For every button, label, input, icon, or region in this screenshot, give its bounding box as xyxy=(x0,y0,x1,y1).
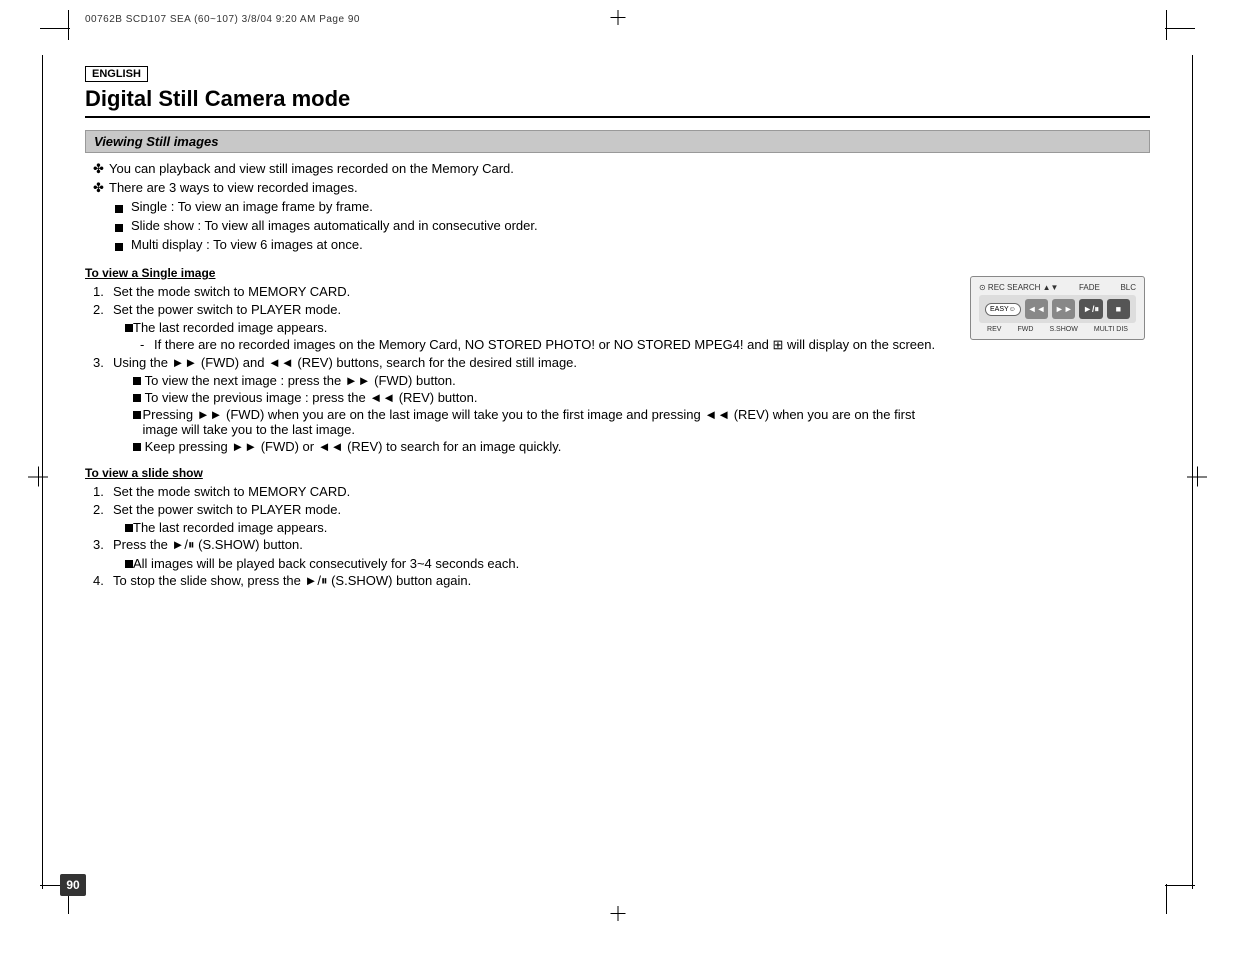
cross-bullet-1: ✤ You can playback and view still images… xyxy=(85,161,1150,177)
crop-mark-tr-h xyxy=(1165,28,1195,29)
main-content: ENGLISH Digital Still Camera mode Viewin… xyxy=(85,65,1150,869)
play-pause-button: ►/⏸ xyxy=(1079,299,1102,319)
single-step-1-text: Set the mode switch to MEMORY CARD. xyxy=(113,284,350,299)
sq-icon-step3a xyxy=(133,373,145,388)
slide-num-3: 3. xyxy=(93,537,113,552)
crop-mark-tl-v xyxy=(68,10,69,40)
step2-sub-2: - If there are no recorded images on the… xyxy=(85,337,950,353)
step2-sub-1: The last recorded image appears. xyxy=(85,320,950,335)
step3-sub-2-text: To view the previous image : press the ◄… xyxy=(145,390,478,405)
crop-mark-br-h xyxy=(1165,885,1195,886)
cross-symbol-2: ✤ xyxy=(93,180,109,196)
slide-step-3-text: Press the ►/⏸ (S.SHOW) button. xyxy=(113,537,303,553)
slide-step-4-text: To stop the slide show, press the ►/⏸ (S… xyxy=(113,573,471,589)
step2-sub-1-text: The last recorded image appears. xyxy=(133,320,327,335)
slideshow-heading: To view a slide show xyxy=(85,466,950,480)
step-num-2: 2. xyxy=(93,302,113,317)
slide-num-1: 1. xyxy=(93,484,113,499)
sq-bullet-text-single: Single : To view an image frame by frame… xyxy=(131,199,373,214)
crosshair-left-icon xyxy=(28,477,48,478)
sq-icon-single xyxy=(115,201,131,216)
slide-num-2: 2. xyxy=(93,502,113,517)
camera-panel: ⊙ REC SEARCH ▲▼ FADE BLC EASY☺ ◄◄ ►► ►/⏸… xyxy=(970,276,1145,340)
panel-buttons: EASY☺ ◄◄ ►► ►/⏸ ■ xyxy=(979,295,1136,323)
panel-label-sshow: S.SHOW xyxy=(1049,326,1077,333)
slide-step-3: 3. Press the ►/⏸ (S.SHOW) button. xyxy=(85,537,950,553)
sq-bullet-slideshow: Slide show : To view all images automati… xyxy=(85,218,1150,235)
step2-sub-2-text: If there are no recorded images on the M… xyxy=(154,337,935,353)
slide-step-1-text: Set the mode switch to MEMORY CARD. xyxy=(113,484,350,499)
sq-bullet-single: Single : To view an image frame by frame… xyxy=(85,199,1150,216)
left-border xyxy=(42,55,43,889)
crop-mark-tl-h xyxy=(40,28,70,29)
sq-icon-step3c xyxy=(133,407,143,437)
panel-label-fwd: FWD xyxy=(1017,326,1033,333)
slide-step2-sub: The last recorded image appears. xyxy=(85,520,950,535)
dash-icon: - xyxy=(140,337,154,352)
panel-bottom-labels: REV FWD S.SHOW MULTI DIS xyxy=(979,326,1136,333)
sq-icon-slide3a xyxy=(125,556,133,571)
slide-step-1: 1. Set the mode switch to MEMORY CARD. xyxy=(85,484,950,499)
step3-sub-1-text: To view the next image : press the ►► (F… xyxy=(145,373,456,388)
section-header: Viewing Still images xyxy=(85,130,1150,153)
sq-icon-multi xyxy=(115,239,131,254)
two-col-layout: To view a Single image 1. Set the mode s… xyxy=(85,256,1150,592)
crop-mark-tr-v xyxy=(1166,10,1167,40)
page-title: Digital Still Camera mode xyxy=(85,86,1150,118)
page-number: 90 xyxy=(60,874,86,896)
slide-step-4: 4. To stop the slide show, press the ►/⏸… xyxy=(85,573,950,589)
cross-bullet-2: ✤ There are 3 ways to view recorded imag… xyxy=(85,180,1150,196)
panel-label-recsearch: ⊙ REC SEARCH ▲▼ xyxy=(979,283,1058,292)
stop-button: ■ xyxy=(1107,299,1130,319)
sq-icon-slide2a xyxy=(125,520,133,535)
panel-top-labels: ⊙ REC SEARCH ▲▼ FADE BLC xyxy=(979,283,1136,292)
sq-bullet-text-slideshow: Slide show : To view all images automati… xyxy=(131,218,538,233)
panel-label-multi: MULTI DIS xyxy=(1094,326,1128,333)
single-step-2-text: Set the power switch to PLAYER mode. xyxy=(113,302,341,317)
col-image: ⊙ REC SEARCH ▲▼ FADE BLC EASY☺ ◄◄ ►► ►/⏸… xyxy=(970,256,1150,592)
cross-bullet-text-2: There are 3 ways to view recorded images… xyxy=(109,180,358,195)
single-step-3-text: Using the ►► (FWD) and ◄◄ (REV) buttons,… xyxy=(113,355,577,370)
single-step-2: 2. Set the power switch to PLAYER mode. xyxy=(85,302,950,317)
english-label: ENGLISH xyxy=(85,66,148,82)
step3-sub-2: To view the previous image : press the ◄… xyxy=(85,390,950,405)
single-image-heading: To view a Single image xyxy=(85,266,950,280)
crosshair-right-icon xyxy=(1187,477,1207,478)
single-step-4-wrap: Keep pressing ►► (FWD) or ◄◄ (REV) to se… xyxy=(85,439,950,454)
single-step-4-text: Keep pressing ►► (FWD) or ◄◄ (REV) to se… xyxy=(145,439,562,454)
step3-sub-3-text: Pressing ►► (FWD) when you are on the la… xyxy=(143,407,951,437)
file-info: 00762B SCD107 SEA (60~107) 3/8/04 9:20 A… xyxy=(85,14,360,25)
single-step-1: 1. Set the mode switch to MEMORY CARD. xyxy=(85,284,950,299)
easy-button: EASY☺ xyxy=(985,303,1021,316)
sq-bullet-text-multi: Multi display : To view 6 images at once… xyxy=(131,237,363,252)
cross-bullet-text-1: You can playback and view still images r… xyxy=(109,161,514,176)
step-num-1: 1. xyxy=(93,284,113,299)
panel-label-rev: REV xyxy=(987,326,1001,333)
step3-sub-3: Pressing ►► (FWD) when you are on the la… xyxy=(85,407,950,437)
crosshair-bottom-icon xyxy=(610,906,625,914)
sq-icon-step4 xyxy=(133,439,145,454)
slide-step2-sub-text: The last recorded image appears. xyxy=(133,520,327,535)
sq-icon-step2a xyxy=(125,320,133,335)
slide-step3-sub: All images will be played back consecuti… xyxy=(85,556,950,571)
sq-bullet-multi: Multi display : To view 6 images at once… xyxy=(85,237,1150,254)
crosshair-top-icon xyxy=(610,10,625,18)
sq-icon-slideshow xyxy=(115,220,131,235)
crop-mark-br-v xyxy=(1166,884,1167,914)
panel-label-blc: BLC xyxy=(1120,283,1136,292)
cross-symbol-1: ✤ xyxy=(93,161,109,177)
slide-step-2-text: Set the power switch to PLAYER mode. xyxy=(113,502,341,517)
step-num-3: 3. xyxy=(93,355,113,370)
right-border xyxy=(1192,55,1193,889)
slide-step3-sub-text: All images will be played back consecuti… xyxy=(133,556,519,571)
rev-button: ◄◄ xyxy=(1025,299,1048,319)
single-step-3: 3. Using the ►► (FWD) and ◄◄ (REV) butto… xyxy=(85,355,950,370)
col-text: To view a Single image 1. Set the mode s… xyxy=(85,256,950,592)
panel-label-fade: FADE xyxy=(1079,283,1100,292)
slide-num-4: 4. xyxy=(93,573,113,588)
sq-icon-step3b xyxy=(133,390,145,405)
fwd-button: ►► xyxy=(1052,299,1075,319)
slide-step-2: 2. Set the power switch to PLAYER mode. xyxy=(85,502,950,517)
step3-sub-1: To view the next image : press the ►► (F… xyxy=(85,373,950,388)
